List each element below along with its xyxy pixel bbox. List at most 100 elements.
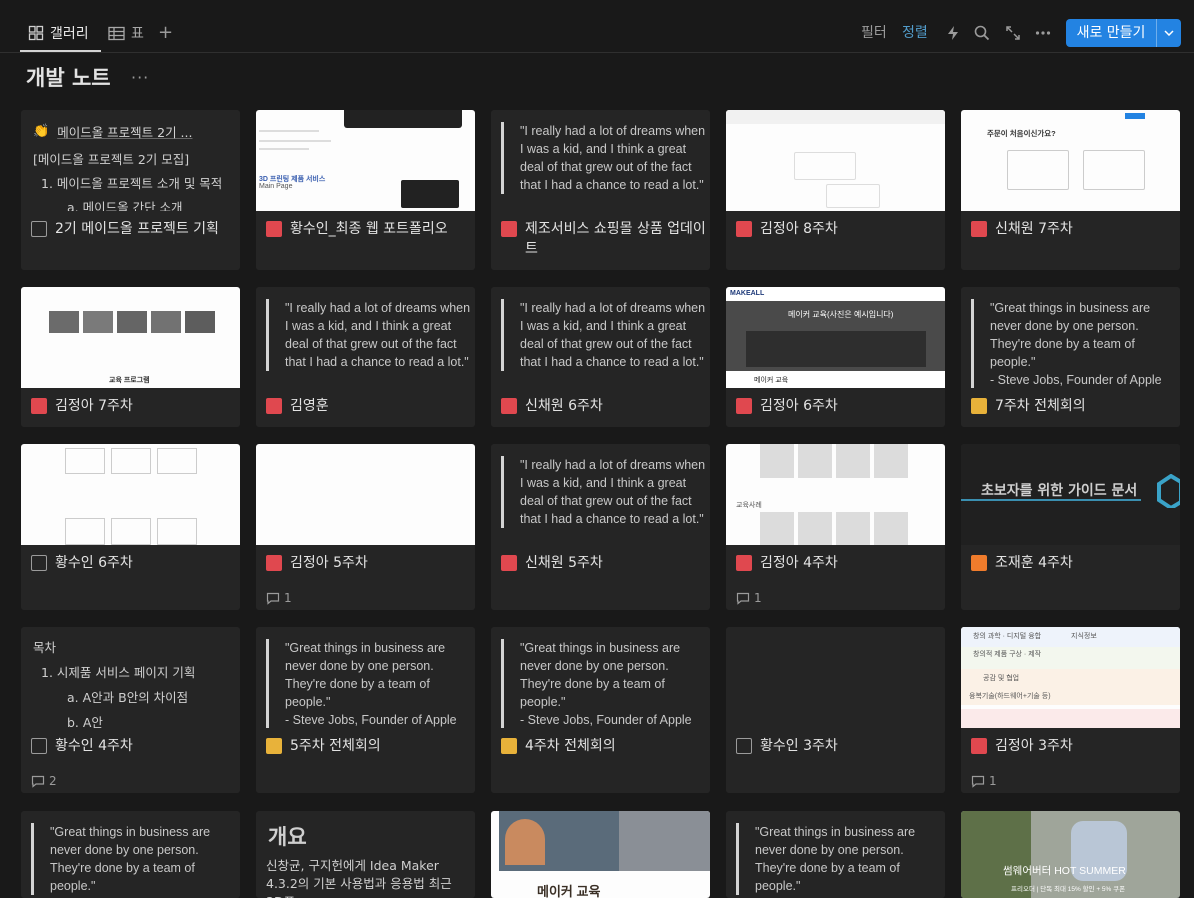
report-icon [736,555,752,571]
gallery-card[interactable]: "I really had a lot of dreams when I was… [491,287,710,427]
card-title: 신채원 6주차 [525,398,603,414]
card-title: 신채원 7주차 [995,221,1073,237]
card-title: 김정아 8주차 [760,221,838,237]
tab-gallery[interactable]: 갤러리 [28,22,89,44]
comment-icon [266,592,280,605]
card-preview: "Great things in business are never done… [256,627,475,728]
card-preview: "Great things in business are never done… [21,811,240,898]
card-title: 4주차 전체회의 [525,738,616,754]
card-preview: 개요 신창균, 구지헌에게 Idea Maker 4.3.2의 기본 사용법과 … [256,811,475,898]
page-title: 개발 노트 [26,66,111,90]
report-icon [736,398,752,414]
lightning-icon[interactable] [944,24,962,42]
card-preview: 👏 메이드올 프로젝트 2기 ... [메이드올 프로젝트 2기 모집] 1. … [21,110,240,211]
card-preview: "Great things in business are never done… [491,627,710,728]
house-icon [971,555,987,571]
gallery-card[interactable]: 3D 프린팅 제품 서비스 Main Page 황수인_최종 웹 포트폴리오 [256,110,475,270]
gallery-card[interactable]: 초보자를 위한 가이드 문서 조재훈 4주차 [961,444,1180,610]
gallery-card[interactable]: 주문이 처음이신가요? 신채원 7주차 [961,110,1180,270]
preview-text: 교육사례 [736,502,762,509]
gallery-card[interactable]: 김정아 8주차 [726,110,945,270]
comment-count: 1 [266,591,292,605]
card-preview-image: 썸웨어버터 HOT SUMMER 프리오더 | 단독 최대 15% 할인 + 5… [961,811,1180,898]
preview-text: 메이커 교육 [754,377,789,384]
card-preview: "Great things in business are never done… [961,287,1180,388]
card-preview: "I really had a lot of dreams when I was… [491,444,710,545]
gallery-card[interactable]: 개요 신창균, 구지헌에게 Idea Maker 4.3.2의 기본 사용법과 … [256,811,475,898]
report-icon [501,555,517,571]
gallery-card[interactable]: "Great things in business are never done… [256,627,475,793]
gallery-card[interactable]: 황수인 3주차 [726,627,945,793]
gallery-card[interactable]: "Great things in business are never done… [491,627,710,793]
preview-quote: "I really had a lot of dreams when I was… [501,122,706,194]
search-icon[interactable] [973,24,991,42]
gallery-card[interactable]: 김정아 5주차 1 [256,444,475,610]
card-title: 황수인_최종 웹 포트폴리오 [290,221,448,237]
preview-quote: "I really had a lot of dreams when I was… [501,456,706,528]
comment-count-value: 1 [989,774,997,788]
gallery-card[interactable]: "Great things in business are never done… [961,287,1180,427]
new-button-dropdown[interactable] [1157,19,1181,47]
card-preview: "I really had a lot of dreams when I was… [491,287,710,388]
gallery-card[interactable]: 👏 메이드올 프로젝트 2기 ... [메이드올 프로젝트 2기 모집] 1. … [21,110,240,270]
card-preview: "I really had a lot of dreams when I was… [256,287,475,388]
report-icon [266,555,282,571]
preview-text: Main Page [259,183,293,190]
preview-body: 신창균, 구지헌에게 Idea Maker 4.3.2의 기본 사용법과 응용법… [266,858,452,898]
chevron-down-icon [1164,30,1174,36]
gallery-card[interactable]: 교육사례 김정아 4주차 1 [726,444,945,610]
comment-icon [971,775,985,788]
add-view-button[interactable]: + [158,22,173,44]
clapping-hands-icon: 👏 [33,124,50,139]
comment-count: 1 [736,591,762,605]
preview-text: 프리오더 | 단독 최대 15% 할인 + 5% 쿠폰 [1011,886,1126,893]
report-icon [736,221,752,237]
card-preview-image [726,110,945,211]
card-title: 신채원 5주차 [525,555,603,571]
expand-icon[interactable] [1004,24,1022,42]
preview-text: 융복기술(하드웨어+기술 등) [969,693,1051,700]
gallery-card[interactable]: "Great things in business are never done… [726,811,945,898]
card-preview-image: 교육사례 [726,444,945,545]
report-icon [971,221,987,237]
gallery-card[interactable]: "I really had a lot of dreams when I was… [256,287,475,427]
gallery-card[interactable]: 창의 과학 · 디지털 융합 창의적 제품 구상 · 제작 공감 및 협업 융복… [961,627,1180,793]
gallery-card[interactable]: 황수인 6주차 [21,444,240,610]
comment-icon [736,592,750,605]
more-options-icon[interactable] [1034,24,1052,42]
card-title: 황수인 3주차 [760,738,838,754]
preview-quote: "Great things in business are never done… [971,299,1176,388]
page-more-button[interactable]: ··· [131,68,149,87]
gallery-card[interactable]: 목차 1. 시제품 서비스 페이지 기획 a. A안과 B안의 차이점 b. A… [21,627,240,793]
gallery-card[interactable]: "I really had a lot of dreams when I was… [491,110,710,270]
comment-count-value: 1 [284,591,292,605]
preview-line: 1. 메이드올 프로젝트 소개 및 목적 [41,176,223,191]
notepad-icon [266,738,282,754]
new-button[interactable]: 새로 만들기 [1066,19,1181,47]
gallery-grid-icon [28,25,44,41]
page-icon [31,738,47,754]
report-icon [501,221,517,237]
gallery-card[interactable]: MAKEALL 메이커 교육(사진은 예시입니다) 메이커 교육 김정아 6주차 [726,287,945,427]
filter-button[interactable]: 필터 [861,22,887,44]
gallery-card[interactable]: "Great things in business are never done… [21,811,240,898]
preview-line: 1. 시제품 서비스 페이지 기획 [41,665,196,680]
page-icon [31,555,47,571]
gallery-card[interactable]: "I really had a lot of dreams when I was… [491,444,710,610]
notepad-icon [501,738,517,754]
card-title: 김정아 5주차 [290,555,368,571]
card-title: 김정아 4주차 [760,555,838,571]
sort-button[interactable]: 정렬 [902,22,928,44]
preview-doc-title: 메이드올 프로젝트 2기 ... [57,125,193,140]
preview-text: 메이커 교육 [537,884,601,898]
card-title: 김정아 6주차 [760,398,838,414]
gallery-card[interactable]: 썸웨어버터 HOT SUMMER 프리오더 | 단독 최대 15% 할인 + 5… [961,811,1180,898]
preview-line: a. A안과 B안의 차이점 [67,690,189,705]
gallery-card[interactable]: 메이커 교육 [491,811,710,898]
new-button-label[interactable]: 새로 만들기 [1066,19,1156,47]
tab-table[interactable]: 표 [108,22,144,44]
comment-count: 2 [31,774,57,788]
gallery-card[interactable]: 교육 프로그램 김정아 7주차 [21,287,240,427]
preview-text: 메이커 교육(사진은 예시입니다) [788,310,894,319]
card-title: 김영훈 [290,398,329,414]
